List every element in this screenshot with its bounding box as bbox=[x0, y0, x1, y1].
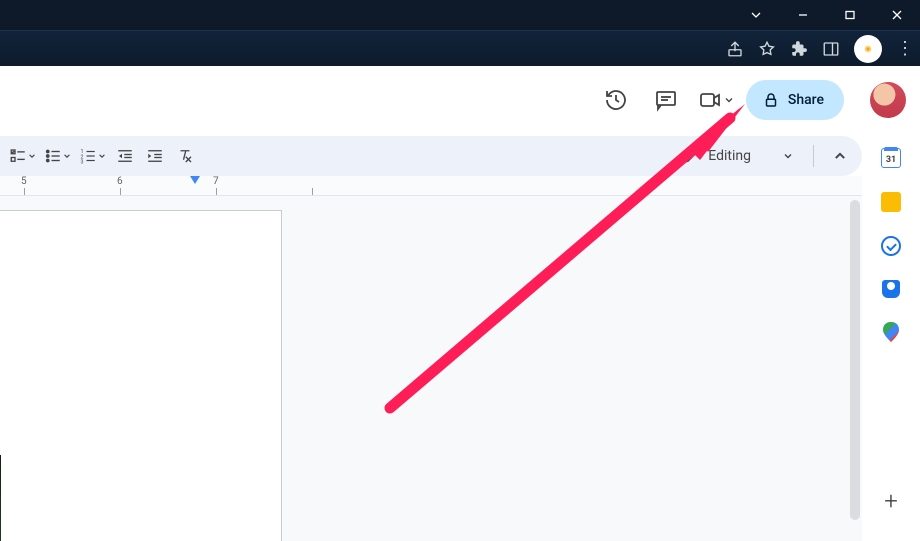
bookmark-star-icon[interactable] bbox=[758, 40, 776, 58]
document-canvas[interactable]: s at justo gravida, aliquet eros dunt. F… bbox=[0, 196, 862, 541]
vertical-scrollbar[interactable] bbox=[850, 200, 860, 537]
ruler-number: 7 bbox=[213, 176, 219, 187]
window-minimize-button[interactable] bbox=[779, 0, 826, 30]
side-panel-keep[interactable] bbox=[881, 192, 901, 212]
formatting-toolbar: 123 Editing bbox=[0, 136, 862, 176]
inserted-image[interactable] bbox=[0, 455, 1, 541]
window-titlebar bbox=[0, 0, 920, 30]
ruler-number: 6 bbox=[117, 176, 123, 187]
side-panel-maps[interactable] bbox=[883, 322, 899, 342]
toolbar-divider bbox=[813, 145, 814, 167]
side-panel-contacts[interactable] bbox=[882, 280, 900, 298]
numbered-list-button[interactable]: 123 bbox=[76, 142, 109, 170]
comments-button[interactable] bbox=[646, 80, 686, 120]
body-text[interactable]: s at justo gravida, aliquet eros bbox=[0, 307, 209, 328]
browser-side-panel-icon[interactable] bbox=[822, 40, 840, 58]
chevron-down-icon bbox=[783, 151, 793, 161]
window-close-button[interactable] bbox=[873, 0, 920, 30]
bulleted-list-button[interactable] bbox=[41, 142, 74, 170]
share-button-label: Share bbox=[788, 92, 824, 108]
body-text[interactable]: endum blandit, felis mi bbox=[0, 370, 209, 391]
extensions-icon[interactable] bbox=[790, 40, 808, 58]
horizontal-ruler[interactable]: 5 6 7 bbox=[0, 176, 862, 196]
account-avatar[interactable] bbox=[870, 82, 906, 118]
body-text[interactable]: imus auctor sem, et tincidunt bbox=[0, 391, 209, 412]
body-text[interactable]: dunt. Fusce elementum, ligula bbox=[0, 328, 209, 349]
window-maximize-button[interactable] bbox=[826, 0, 873, 30]
lock-icon bbox=[762, 91, 780, 109]
docs-header: Share bbox=[0, 66, 920, 136]
body-text[interactable]: u diam lacinia nisi, in viverra tellus bbox=[0, 412, 209, 433]
side-panel-calendar[interactable]: 31 bbox=[881, 148, 901, 168]
collapse-toolbar-button[interactable] bbox=[826, 142, 854, 170]
browser-profile-avatar[interactable] bbox=[854, 35, 882, 63]
browser-menu-icon[interactable]: ⋮ bbox=[896, 40, 914, 58]
share-page-icon[interactable] bbox=[726, 40, 744, 58]
meet-button[interactable] bbox=[696, 80, 736, 120]
indent-decrease-button[interactable] bbox=[111, 142, 139, 170]
ruler-right-margin-marker[interactable] bbox=[190, 176, 200, 188]
pencil-icon bbox=[682, 147, 700, 165]
chevron-down-icon bbox=[28, 152, 36, 160]
side-panel: 31 + bbox=[862, 136, 920, 541]
chevron-down-icon bbox=[63, 152, 71, 160]
share-button[interactable]: Share bbox=[746, 80, 844, 120]
chevron-down-icon bbox=[724, 95, 734, 105]
body-text[interactable]: an lacus neque eget nunc. Integer bbox=[0, 349, 209, 370]
indent-increase-button[interactable] bbox=[141, 142, 169, 170]
version-history-button[interactable] bbox=[596, 80, 636, 120]
browser-toolbar: ⋮ bbox=[0, 30, 920, 66]
window-dropdown-button[interactable] bbox=[732, 0, 779, 30]
document-page[interactable]: s at justo gravida, aliquet eros dunt. F… bbox=[0, 210, 282, 541]
editing-mode-label: Editing bbox=[708, 148, 751, 164]
ruler-number: 5 bbox=[21, 176, 27, 187]
side-panel-tasks[interactable] bbox=[881, 236, 901, 256]
checklist-button[interactable] bbox=[6, 142, 39, 170]
chevron-up-icon bbox=[833, 149, 847, 163]
side-panel-add-button[interactable]: + bbox=[884, 489, 898, 513]
editing-mode-button[interactable]: Editing bbox=[674, 147, 801, 165]
svg-text:3: 3 bbox=[81, 160, 84, 166]
chevron-down-icon bbox=[98, 152, 106, 160]
clear-formatting-button[interactable] bbox=[171, 142, 199, 170]
